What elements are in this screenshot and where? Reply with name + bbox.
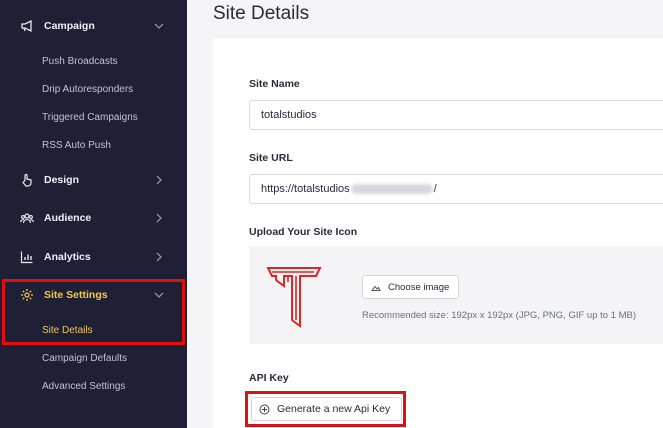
site-name-label: Site Name	[249, 78, 300, 90]
site-name-value: totalstudios	[261, 109, 317, 121]
sidebar-item-label: Audience	[44, 212, 92, 224]
bar-chart-icon	[20, 251, 33, 264]
users-icon	[20, 213, 34, 224]
site-logo-t-icon	[266, 267, 322, 328]
sidebar-item-campaign[interactable]: Campaign	[0, 12, 187, 40]
upload-icon-label: Upload Your Site Icon	[249, 226, 358, 238]
chevron-right-icon	[156, 175, 162, 185]
site-name-input[interactable]: totalstudios	[249, 100, 663, 130]
chevron-right-icon	[156, 213, 162, 223]
megaphone-icon	[21, 19, 32, 33]
sidebar-subitem-advanced-settings[interactable]: Advanced Settings	[42, 381, 125, 392]
blurred-domain	[350, 184, 433, 194]
sidebar: Campaign Push Broadcasts Drip Autorespon…	[0, 0, 187, 428]
chevron-right-icon	[156, 252, 162, 262]
sidebar-item-design[interactable]: Design	[0, 166, 187, 194]
site-url-suffix: /	[433, 183, 437, 195]
chevron-down-icon	[154, 23, 164, 29]
sidebar-item-analytics[interactable]: Analytics	[0, 243, 187, 271]
image-icon	[371, 285, 381, 291]
sidebar-subitem-triggered-campaigns[interactable]: Triggered Campaigns	[42, 112, 138, 123]
sidebar-item-label: Campaign	[44, 20, 95, 32]
highlight-box-site-settings	[2, 279, 185, 345]
page-title: Site Details	[213, 3, 310, 24]
site-url-label: Site URL	[249, 152, 293, 164]
sidebar-item-label: Design	[44, 174, 80, 186]
pointer-hand-icon	[22, 173, 32, 187]
sidebar-subitem-push-broadcasts[interactable]: Push Broadcasts	[42, 56, 118, 67]
sidebar-subitem-drip-autoresponders[interactable]: Drip Autoresponders	[42, 84, 133, 95]
site-url-prefix: https://totalstudios	[261, 183, 350, 195]
sidebar-subitem-rss-auto-push[interactable]: RSS Auto Push	[42, 140, 111, 151]
highlight-box-generate-api-key	[245, 391, 406, 427]
sidebar-item-audience[interactable]: Audience	[0, 204, 187, 232]
sidebar-subitem-campaign-defaults[interactable]: Campaign Defaults	[42, 353, 127, 364]
site-url-input[interactable]: https://totalstudios /	[249, 174, 663, 204]
api-key-label: API Key	[249, 372, 289, 384]
recommended-size-hint: Recommended size: 192px x 192px (JPG, PN…	[362, 310, 637, 321]
sidebar-item-label: Analytics	[44, 251, 91, 263]
choose-image-label: Choose image	[388, 281, 450, 293]
choose-image-button[interactable]: Choose image	[362, 275, 459, 299]
